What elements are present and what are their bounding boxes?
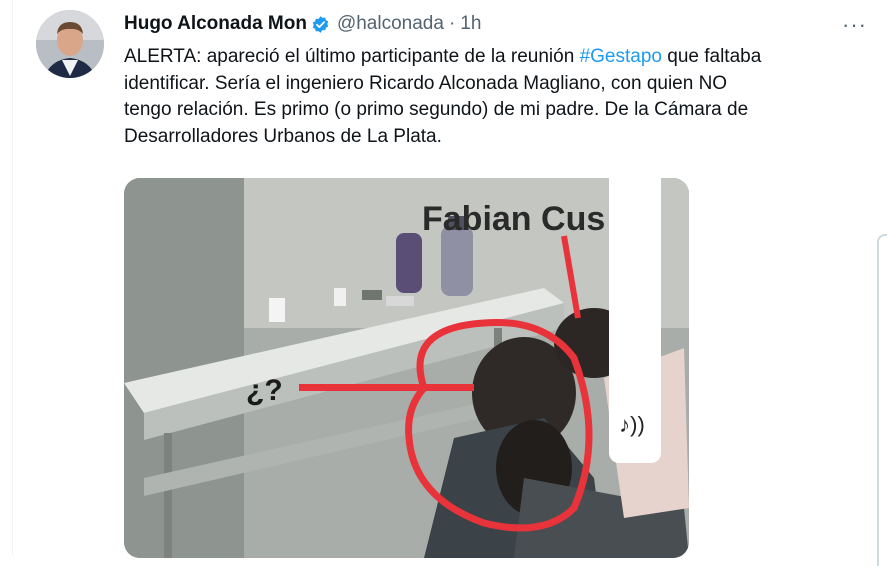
hashtag-link[interactable]: #Gestapo — [580, 46, 662, 67]
verified-badge-icon — [312, 15, 329, 33]
tweet-media[interactable]: Fabian Cus ¿? — [124, 178, 689, 558]
user-handle[interactable]: @halconada — [337, 13, 444, 35]
media-question-label: ¿? — [246, 374, 283, 407]
tweet-text: ALERTA: apareció el último participante … — [124, 44, 864, 150]
adjacent-panel-edge — [877, 234, 887, 566]
tweet-text-line: ALERTA: apareció el último participante … — [124, 44, 864, 71]
tweet-header: Hugo Alconada Mon @halconada · 1h — [124, 12, 481, 36]
text-segment: ALERTA: apareció el último participante … — [124, 46, 580, 67]
text-segment: que faltaba — [661, 46, 762, 67]
audio-icon[interactable]: ♪)) — [612, 405, 652, 445]
tweet-text-line: identificar. Sería el ingeniero Ricardo … — [124, 72, 728, 94]
more-options-icon[interactable]: ··· — [842, 12, 867, 38]
timestamp[interactable]: 1h — [460, 13, 481, 35]
tweet[interactable]: Hugo Alconada Mon @halconada · 1h ··· AL… — [0, 0, 887, 566]
separator-dot: · — [448, 13, 456, 34]
avatar-image — [36, 10, 104, 78]
timeline-divider — [12, 0, 13, 555]
media-overlay-name: Fabian Cus — [422, 200, 606, 238]
tweet-text-line: tengo relación. Es primo (o primo segund… — [124, 99, 749, 120]
tweet-text-line: Desarrolladores Urbanos de La Plata. — [124, 125, 442, 147]
display-name[interactable]: Hugo Alconada Mon — [124, 13, 307, 35]
avatar[interactable] — [36, 10, 104, 78]
